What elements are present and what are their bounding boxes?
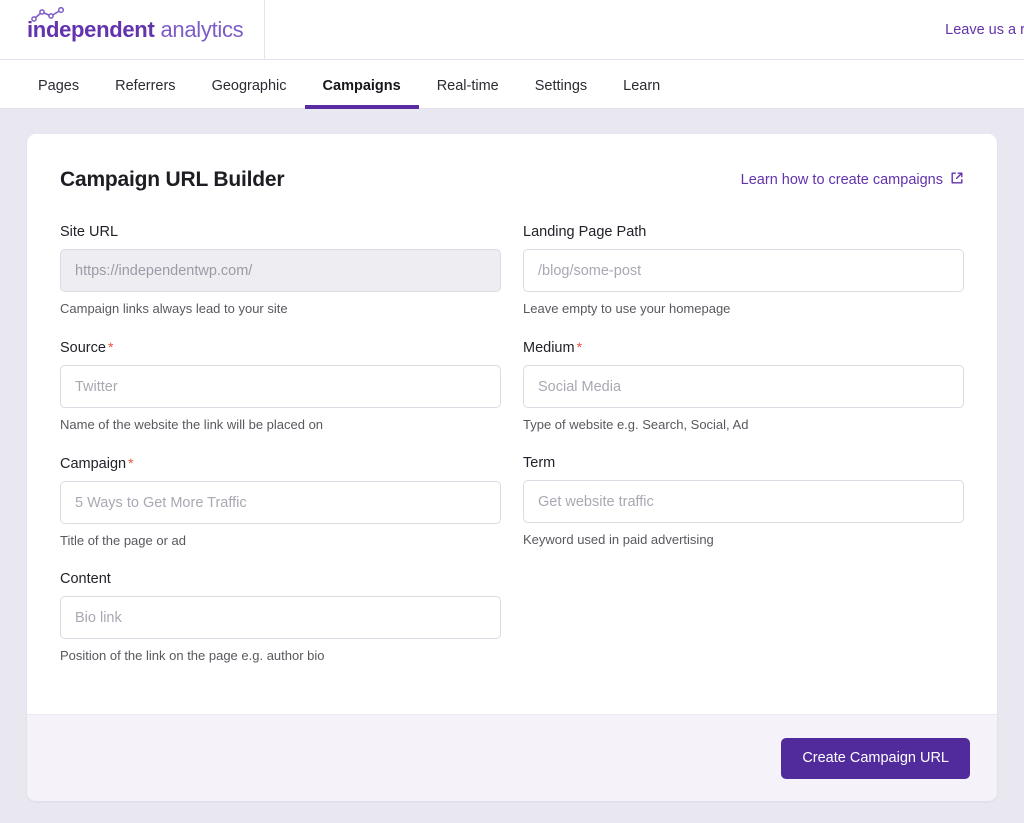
page-title: Campaign URL Builder (60, 168, 285, 191)
field-medium: Medium* Type of website e.g. Search, Soc… (523, 339, 964, 432)
field-term: Term Keyword used in paid advertising (523, 455, 964, 548)
nav-item-learn[interactable]: Learn (605, 78, 678, 109)
logo-text-light: analytics (160, 16, 244, 42)
nav-item-geographic[interactable]: Geographic (194, 78, 305, 109)
field-label-content: Content (60, 571, 501, 587)
field-hint-source: Name of the website the link will be pla… (60, 417, 324, 432)
header-right: Leave us a review (265, 0, 1024, 59)
field-source: Source* Name of the website the link wil… (60, 339, 501, 432)
field-label-text: Medium (523, 340, 575, 356)
campaign-input[interactable] (60, 481, 501, 524)
leave-review-link[interactable]: Leave us a review (945, 22, 1024, 38)
term-input[interactable] (523, 480, 964, 523)
field-label-text: Site URL (60, 224, 119, 240)
field-hint-medium: Type of website e.g. Search, Social, Ad (523, 417, 749, 432)
field-hint-term: Keyword used in paid advertising (523, 532, 714, 547)
field-hint-content: Position of the link on the page e.g. au… (60, 648, 325, 663)
help-link-label: Learn how to create campaigns (740, 172, 943, 188)
field-label-medium: Medium * (523, 339, 964, 356)
campaign-url-builder-card: Campaign URL Builder Learn how to create… (27, 134, 997, 801)
required-marker: * (576, 339, 583, 355)
create-campaign-url-button[interactable]: Create Campaign URL (781, 737, 970, 779)
source-input[interactable] (60, 365, 501, 408)
nav-item-campaigns[interactable]: Campaigns (304, 78, 419, 109)
field-label-text: Content (60, 571, 111, 587)
card-footer: Create Campaign URL (27, 714, 997, 801)
required-marker: * (107, 339, 114, 355)
field-label-campaign: Campaign * (60, 455, 501, 472)
campaign-form: Site URL Campaign links always lead to y… (60, 224, 964, 686)
line-chart-spark-icon (31, 3, 73, 29)
field-site-url: Site URL Campaign links always lead to y… (60, 224, 501, 316)
nav-item-real-time[interactable]: Real-time (419, 78, 517, 109)
app-header: independent analytics Leave us a review (0, 0, 1024, 60)
nav-item-pages[interactable]: Pages (20, 78, 97, 109)
medium-input[interactable] (523, 365, 964, 408)
brand-logo[interactable]: independent analytics (27, 6, 244, 43)
field-label-term: Term (523, 455, 964, 471)
form-empty-cell (523, 571, 964, 686)
learn-how-to-create-campaigns-link[interactable]: Learn how to create campaigns (741, 171, 964, 189)
field-label-text: Landing Page Path (523, 224, 647, 240)
field-hint-site-url: Campaign links always lead to your site (60, 301, 288, 316)
field-label-landing-page-path: Landing Page Path (523, 224, 964, 240)
card-header: Campaign URL Builder Learn how to create… (60, 168, 964, 192)
landing-page-path-input[interactable] (523, 249, 964, 292)
field-hint-landing-page-path: Leave empty to use your homepage (523, 301, 731, 316)
field-landing-page-path: Landing Page Path Leave empty to use you… (523, 224, 964, 316)
logo-zone: independent analytics (0, 0, 265, 59)
required-marker: * (128, 455, 134, 471)
site-url-input[interactable] (60, 249, 501, 292)
nav-item-settings[interactable]: Settings (517, 78, 605, 109)
main-navigation: Pages Referrers Geographic Campaigns Rea… (0, 60, 1024, 109)
external-link-icon (950, 171, 964, 189)
field-label-text: Source (60, 340, 106, 356)
field-label-text: Campaign (60, 456, 127, 472)
card-body: Campaign URL Builder Learn how to create… (27, 134, 997, 714)
field-content: Content Position of the link on the page… (60, 571, 501, 663)
field-hint-campaign: Title of the page or ad (60, 533, 186, 548)
content-input[interactable] (60, 596, 501, 639)
nav-item-referrers[interactable]: Referrers (97, 78, 193, 109)
field-label-source: Source * (60, 339, 501, 356)
field-label-site-url: Site URL (60, 224, 501, 240)
field-campaign: Campaign* Title of the page or ad (60, 455, 501, 548)
field-label-text: Term (523, 455, 556, 471)
